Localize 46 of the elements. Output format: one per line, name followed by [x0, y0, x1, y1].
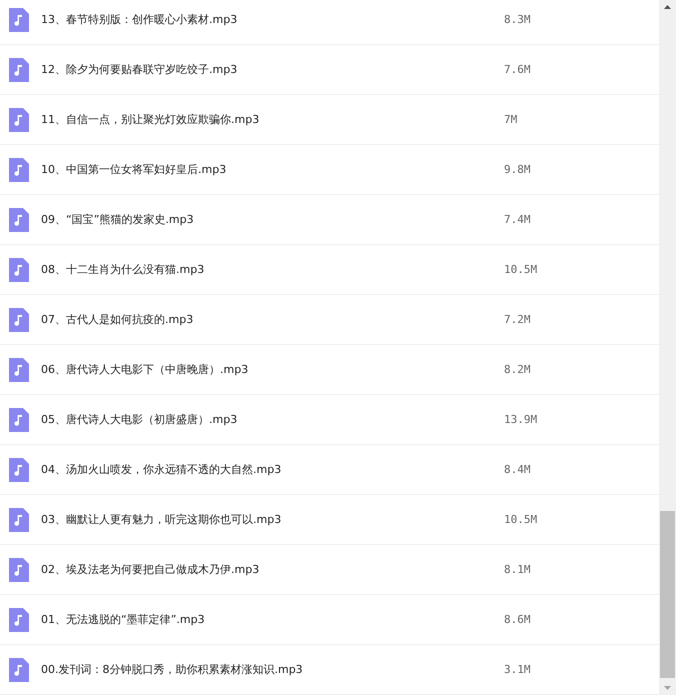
- audio-file-icon: [9, 208, 29, 232]
- file-size: 7.6M: [504, 63, 530, 76]
- file-size: 7M: [504, 113, 518, 126]
- audio-file-icon: [9, 108, 29, 132]
- file-name[interactable]: 11、自信一点，别让聚光灯效应欺骗你.mp3: [41, 112, 504, 127]
- file-name[interactable]: 06、唐代诗人大电影下（中唐晚唐）.mp3: [41, 362, 504, 377]
- scroll-up-arrow-icon[interactable]: [664, 5, 671, 9]
- audio-file-icon: [9, 308, 29, 332]
- file-name[interactable]: 05、唐代诗人大电影（初唐盛唐）.mp3: [41, 412, 504, 427]
- scrollbar-thumb[interactable]: [660, 511, 675, 678]
- audio-file-icon: [9, 408, 29, 432]
- file-name[interactable]: 08、十二生肖为什么没有猫.mp3: [41, 262, 504, 277]
- scrollbar[interactable]: [659, 0, 676, 695]
- audio-file-icon: [9, 358, 29, 382]
- file-size: 8.3M: [504, 13, 530, 26]
- audio-file-icon: [9, 258, 29, 282]
- file-size: 10.5M: [504, 263, 538, 276]
- audio-file-icon: [9, 58, 29, 82]
- file-name[interactable]: 04、汤加火山喷发，你永远猜不透的大自然.mp3: [41, 462, 504, 477]
- file-size: 7.4M: [504, 213, 530, 226]
- file-size: 10.5M: [504, 513, 538, 526]
- file-size: 8.6M: [504, 613, 530, 626]
- file-size: 8.1M: [504, 563, 530, 576]
- file-size: 9.8M: [504, 163, 530, 176]
- scroll-down-arrow-icon[interactable]: [664, 686, 671, 690]
- audio-file-icon: [9, 558, 29, 582]
- audio-file-icon: [9, 158, 29, 182]
- file-size: 7.2M: [504, 313, 530, 326]
- audio-file-icon: [9, 508, 29, 532]
- file-name[interactable]: 12、除夕为何要贴春联守岁吃饺子.mp3: [41, 62, 504, 77]
- file-name[interactable]: 00.发刊词：8分钟脱口秀，助你积累素材涨知识.mp3: [41, 662, 504, 677]
- file-name[interactable]: 10、中国第一位女将军妇好皇后.mp3: [41, 162, 504, 177]
- audio-file-icon: [9, 608, 29, 632]
- file-size: 3.1M: [504, 663, 530, 676]
- file-name[interactable]: 09、“国宝”熊猫的发家史.mp3: [41, 212, 504, 227]
- audio-file-icon: [9, 8, 29, 32]
- file-name[interactable]: 07、古代人是如何抗疫的.mp3: [41, 312, 504, 327]
- file-name[interactable]: 02、埃及法老为何要把自己做成木乃伊.mp3: [41, 562, 504, 577]
- file-name[interactable]: 13、春节特别版：创作暖心小素材.mp3: [41, 12, 504, 27]
- file-size: 13.9M: [504, 413, 538, 426]
- file-size: 8.4M: [504, 463, 530, 476]
- audio-file-icon: [9, 658, 29, 682]
- file-size: 8.2M: [504, 363, 530, 376]
- file-name[interactable]: 01、无法逃脱的“墨菲定律”.mp3: [41, 612, 504, 627]
- audio-file-icon: [9, 458, 29, 482]
- file-name[interactable]: 03、幽默让人更有魅力，听完这期你也可以.mp3: [41, 512, 504, 527]
